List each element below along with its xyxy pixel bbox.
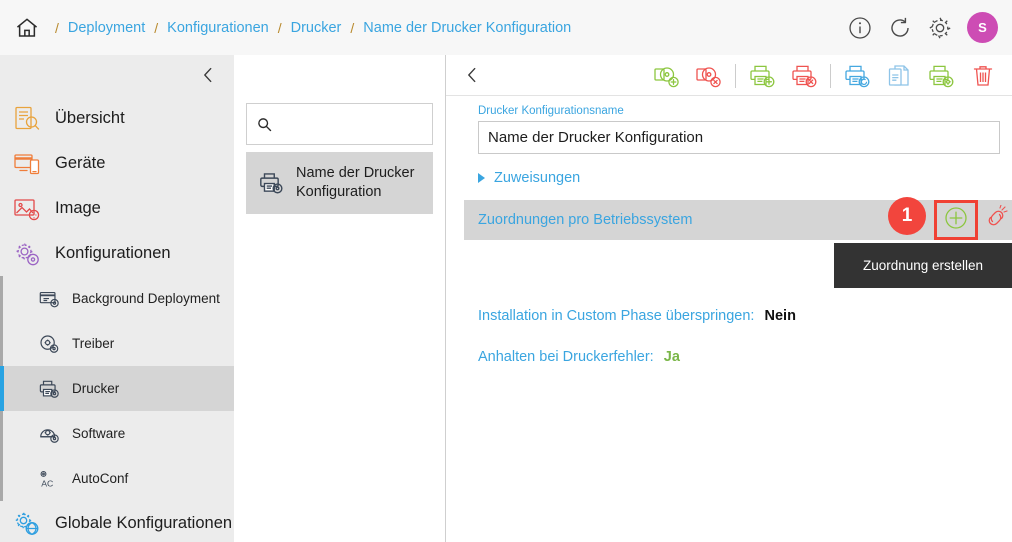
- sync-printer-button[interactable]: [836, 55, 878, 96]
- top-bar: / Deployment / Konfigurationen / Drucker…: [0, 0, 1012, 55]
- driver-icon: [38, 333, 60, 355]
- sidebar-subgroup-konfigurationen: Background Deployment Treiber Drucker So…: [0, 276, 234, 501]
- row-skip-custom-phase: Installation in Custom Phase überspringe…: [478, 308, 796, 324]
- sidebar-item-label: Konfigurationen: [55, 244, 171, 262]
- image-icon: [12, 194, 42, 224]
- row-value: Ja: [663, 349, 680, 365]
- overview-icon: [12, 104, 42, 134]
- sidebar-item-label: Globale Konfigurationen: [55, 514, 233, 532]
- search-box[interactable]: [246, 103, 460, 145]
- copy-document-button[interactable]: [878, 55, 920, 96]
- name-field-label: Drucker Konfigurationsname: [478, 105, 624, 117]
- printer-settings-button[interactable]: [920, 55, 962, 96]
- application-window: / Deployment / Konfigurationen / Drucker…: [0, 0, 1012, 542]
- sidebar-item-drucker[interactable]: Drucker: [0, 366, 234, 411]
- content-area: Drucker Konfigurationsname Zuweisungen Z…: [446, 55, 1012, 542]
- sidebar-item-label: Background Deployment: [72, 291, 220, 306]
- configuration-list-panel: Name der Drucker Konfiguration: [234, 55, 460, 542]
- sidebar-item-background-deployment[interactable]: Background Deployment: [0, 276, 234, 321]
- svg-text:AC: AC: [41, 478, 53, 488]
- top-bar-actions: S: [847, 0, 998, 55]
- gear-icon[interactable]: [927, 15, 953, 41]
- row-label: Installation in Custom Phase überspringe…: [478, 308, 755, 324]
- remove-assignment-button[interactable]: [980, 200, 1012, 240]
- breadcrumb-item-drucker[interactable]: Drucker: [291, 20, 342, 36]
- search-icon: [257, 117, 272, 132]
- zuweisungen-expander[interactable]: Zuweisungen: [478, 170, 580, 186]
- sidebar-item-label: Image: [55, 199, 101, 217]
- printer-config-icon: [258, 170, 284, 196]
- sidebar-item-image[interactable]: Image: [0, 186, 234, 231]
- breadcrumb-item-konfigurationen[interactable]: Konfigurationen: [167, 20, 269, 36]
- plus-circle-icon: [943, 205, 969, 236]
- toolbar-separator: [735, 63, 736, 88]
- devices-icon: [12, 149, 42, 179]
- search-input[interactable]: [280, 115, 460, 133]
- back-chevron-icon[interactable]: [461, 64, 483, 86]
- configuration-name-input[interactable]: [478, 121, 1000, 154]
- sidebar-item-geraete[interactable]: Geräte: [0, 141, 234, 186]
- refresh-icon[interactable]: [887, 15, 913, 41]
- delete-button[interactable]: [962, 55, 1004, 96]
- chevron-left-icon[interactable]: [197, 64, 219, 86]
- breadcrumb: / Deployment / Konfigurationen / Drucker…: [0, 15, 571, 41]
- breadcrumb-item-deployment[interactable]: Deployment: [68, 20, 145, 36]
- autoconf-icon: AC: [38, 468, 60, 490]
- section-title: Zuordnungen pro Betriebssystem: [478, 212, 693, 228]
- expander-label: Zuweisungen: [494, 170, 581, 186]
- software-icon: [38, 423, 60, 445]
- printer-icon: [38, 378, 60, 400]
- row-label: Anhalten bei Druckerfehler:: [478, 349, 654, 365]
- sidebar-item-label: Treiber: [72, 336, 115, 351]
- sidebar-item-konfigurationen[interactable]: Konfigurationen: [0, 231, 234, 276]
- sidebar-item-uebersicht[interactable]: Übersicht: [0, 96, 234, 141]
- section-header-zuordnungen: Zuordnungen pro Betriebssystem: [464, 200, 1012, 240]
- name-field-wrapper: Drucker Konfigurationsname: [478, 105, 1000, 154]
- add-driver-package-button[interactable]: [646, 55, 688, 96]
- create-assignment-button[interactable]: [934, 200, 978, 240]
- sidebar-item-label: Drucker: [72, 381, 120, 396]
- breadcrumb-item-current[interactable]: Name der Drucker Konfiguration: [363, 20, 571, 36]
- sidebar-item-label: Übersicht: [55, 109, 125, 127]
- section-actions: [934, 200, 1012, 240]
- breadcrumb-separator: /: [154, 19, 159, 36]
- home-icon[interactable]: [14, 15, 46, 41]
- config-icon: [12, 239, 42, 269]
- toolbar-buttons: [646, 55, 1004, 96]
- breadcrumb-separator: /: [55, 19, 59, 36]
- list-item[interactable]: Name der Drucker Konfiguration: [246, 152, 433, 214]
- row-value: Nein: [764, 308, 796, 324]
- delete-driver-package-button[interactable]: [688, 55, 730, 96]
- step-badge-1: 1: [888, 197, 926, 235]
- add-printer-button[interactable]: [741, 55, 783, 96]
- background-deployment-icon: [38, 288, 60, 310]
- list-item-label: Name der Drucker Konfiguration: [296, 165, 415, 200]
- avatar[interactable]: S: [967, 12, 998, 43]
- sidebar-item-label: Geräte: [55, 154, 106, 172]
- sidebar-item-software[interactable]: Software: [0, 411, 234, 456]
- sidebar: Übersicht Geräte Image Konfigurationen B…: [0, 55, 234, 542]
- sidebar-item-label: AutoConf: [72, 471, 129, 486]
- chevron-right-icon: [478, 173, 485, 183]
- breadcrumb-separator: /: [277, 19, 282, 36]
- sidebar-item-treiber[interactable]: Treiber: [0, 321, 234, 366]
- info-icon[interactable]: [847, 15, 873, 41]
- sidebar-collapse-row: [0, 55, 234, 96]
- sidebar-item-globale-konfigurationen[interactable]: Globale Konfigurationen: [0, 501, 234, 542]
- global-config-icon: [12, 509, 42, 539]
- row-halt-on-printer-error: Anhalten bei Druckerfehler: Ja: [478, 349, 680, 365]
- delete-printer-button[interactable]: [783, 55, 825, 96]
- sidebar-item-autoconf[interactable]: AC AutoConf: [0, 456, 234, 501]
- tooltip-zuordnung-erstellen: Zuordnung erstellen: [834, 243, 1012, 288]
- sidebar-item-label: Software: [72, 426, 126, 441]
- unlink-icon: [983, 203, 1009, 236]
- breadcrumb-separator: /: [350, 19, 355, 36]
- content-toolbar: [446, 55, 1012, 96]
- toolbar-separator: [830, 63, 831, 88]
